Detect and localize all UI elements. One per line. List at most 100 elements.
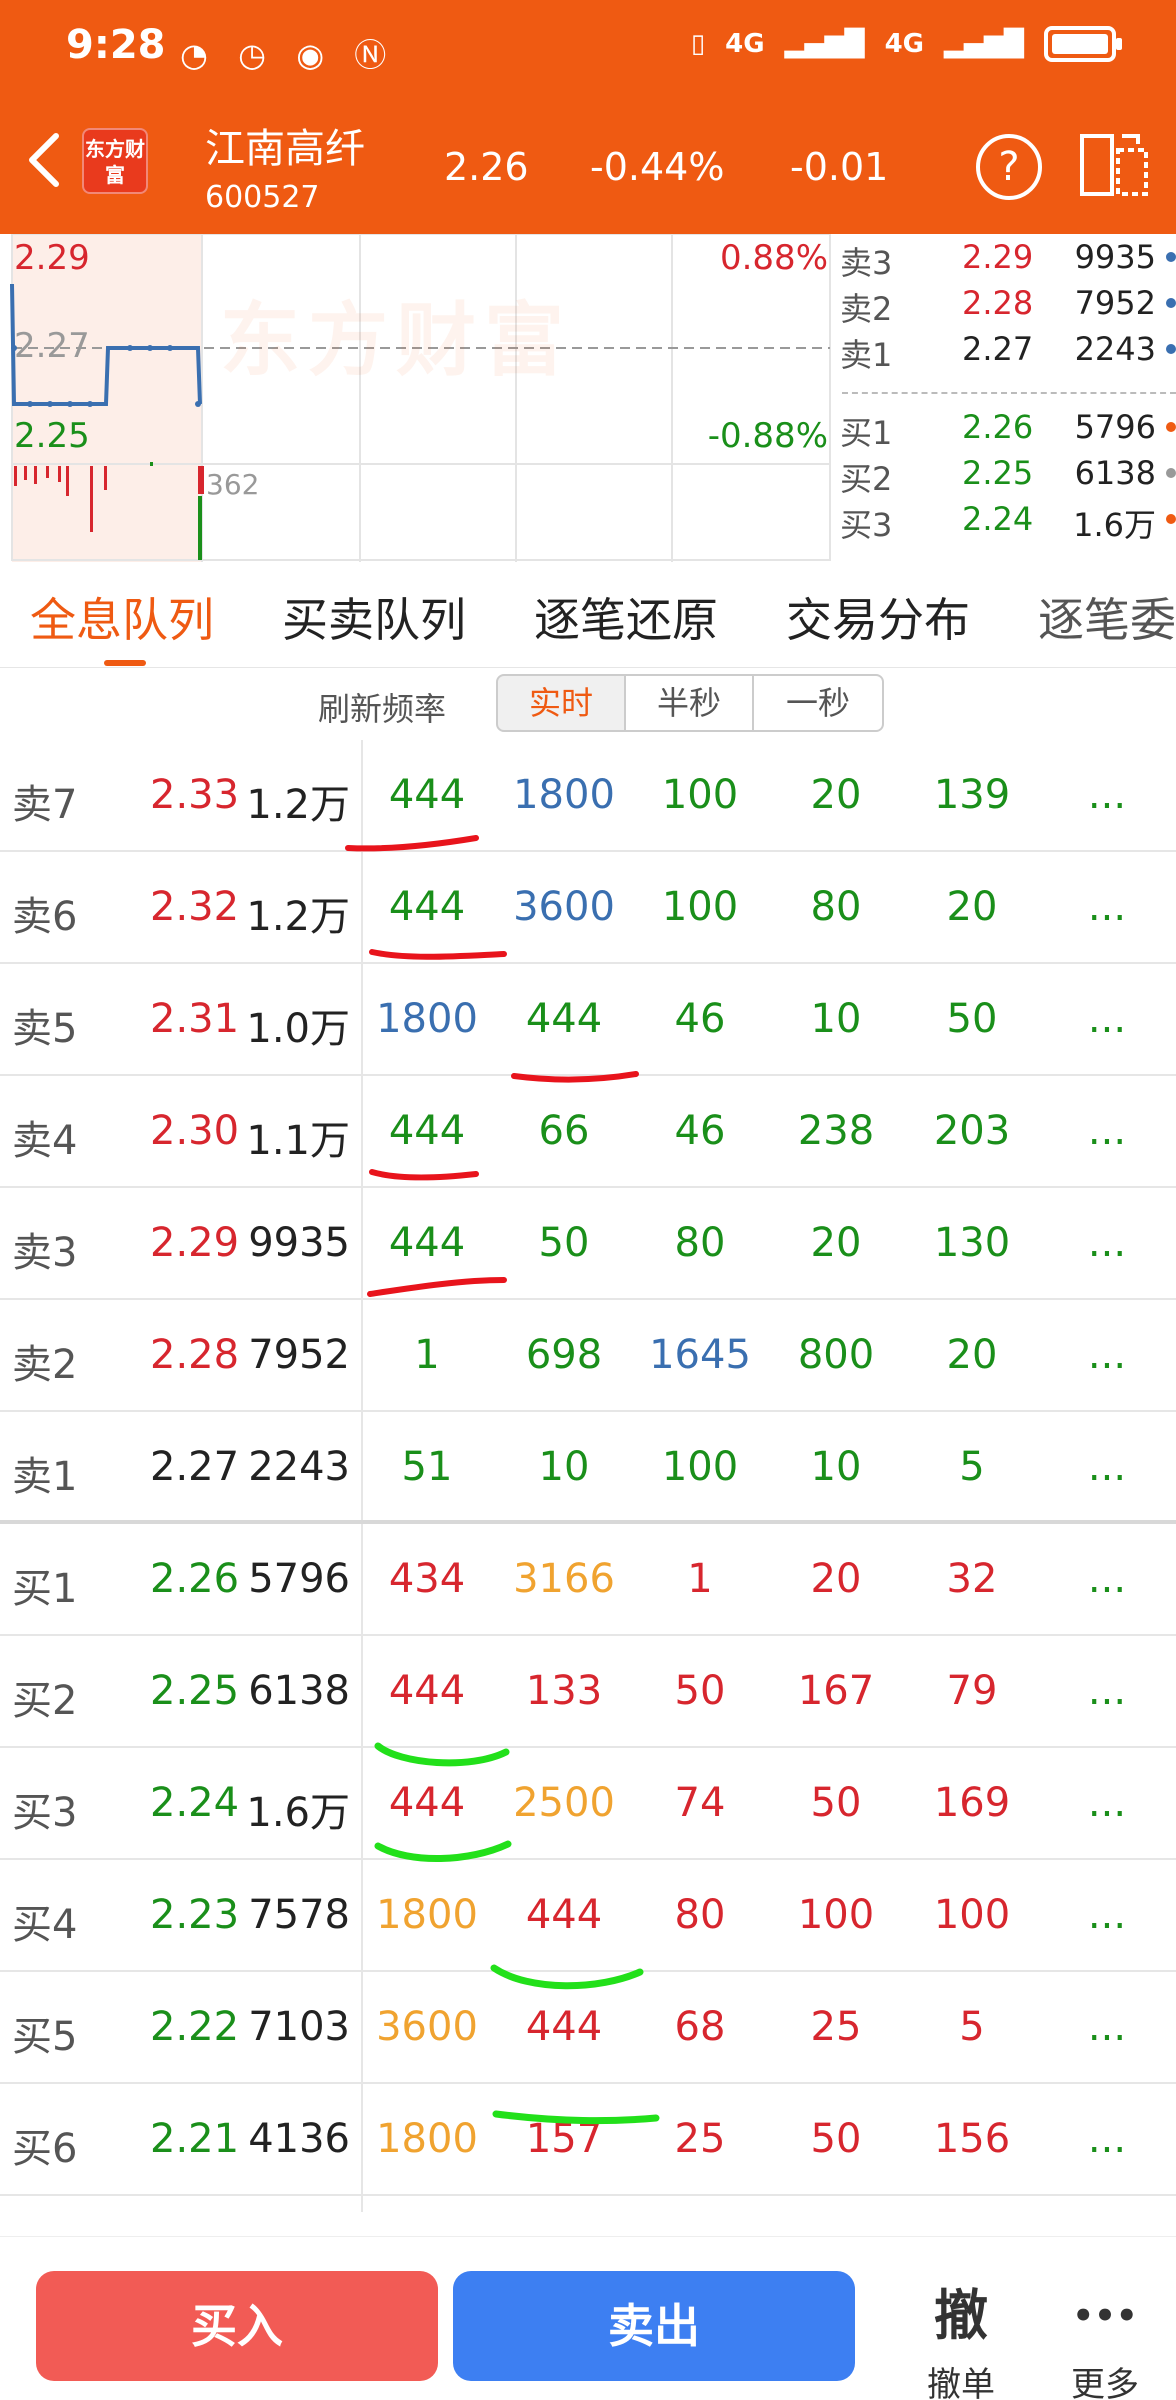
intraday-chart[interactable]: 东方财富 2.29 2.27 2.25 0.88% -0.88% 362 xyxy=(0,234,832,562)
back-arrow-icon[interactable] xyxy=(24,130,64,190)
queue-order-cell: 10 xyxy=(538,1444,590,1490)
queue-order-cell: 444 xyxy=(525,1892,603,1938)
sell-button[interactable]: 卖出 xyxy=(453,2271,855,2381)
queue-row[interactable]: 买2 2.25 6138 444 133 50 167 79... xyxy=(0,1636,1176,1748)
tab-tick-restore[interactable]: 逐笔还原 xyxy=(534,584,718,650)
chart-y-mid: 2.27 xyxy=(14,326,90,366)
more-button[interactable]: ••• 更多 xyxy=(1040,2285,1170,2400)
cancel-order-button[interactable]: 撤 撤单 xyxy=(896,2285,1026,2400)
queue-more-cell[interactable]: ... xyxy=(1042,772,1172,818)
queue-order-cell: 444 xyxy=(388,1668,466,1714)
queue-order-cell: 1800 xyxy=(376,2116,478,2162)
refresh-rate-label: 刷新频率 xyxy=(318,690,447,728)
queue-order-cell: 100 xyxy=(661,1444,739,1490)
queue-more-cell[interactable]: ... xyxy=(1042,1108,1172,1154)
queue-order-cell: 10 xyxy=(810,1444,862,1490)
queue-row[interactable]: 卖2 2.28 7952 1 698 1645 800 20... xyxy=(0,1300,1176,1412)
buy-button[interactable]: 买入 xyxy=(36,2271,438,2381)
queue-more-cell[interactable]: ... xyxy=(1042,1332,1172,1378)
queue-order-cell: 68 xyxy=(674,2004,726,2050)
queue-row[interactable]: 卖5 2.31 1.0万 1800 444 46 10 50... xyxy=(0,964,1176,1076)
queue-order-cell: 1800 xyxy=(376,1892,478,1938)
order-book-price: 2.29 xyxy=(962,238,1034,276)
queue-more-cell[interactable]: ... xyxy=(1042,996,1172,1042)
queue-order-cell: 133 xyxy=(525,1668,603,1714)
queue-level: 卖2 xyxy=(12,1342,78,1388)
queue-order-cell: 444 xyxy=(388,772,466,818)
queue-order-cell: 3600 xyxy=(513,884,615,930)
queue-volume: 7578 xyxy=(248,1892,350,1938)
queue-volume: 2243 xyxy=(248,1444,350,1490)
queue-more-cell[interactable]: ... xyxy=(1042,1444,1172,1490)
queue-volume: 1.0万 xyxy=(246,1006,350,1052)
refresh-one-second-button[interactable]: 一秒 xyxy=(754,674,884,732)
queue-order-cell: 5 xyxy=(959,1444,985,1490)
queue-order-cell: 434 xyxy=(388,1556,466,1602)
queue-more-cell[interactable]: ... xyxy=(1042,1556,1172,1602)
queue-more-cell[interactable]: ... xyxy=(1042,884,1172,930)
queue-level: 买5 xyxy=(12,2014,78,2060)
tab-bar: 全息队列 买卖队列 逐笔还原 交易分布 逐笔委 xyxy=(0,570,1176,668)
app-header: 9:28 ◔ ◷ ◉ Ⓝ ▯ 4G ▂▄▆█ 4G ▂▄▆█ 东方财富 江南高纤… xyxy=(0,0,1176,234)
queue-row[interactable]: 买4 2.23 7578 1800 444 80 100 100... xyxy=(0,1860,1176,1972)
queue-order-cell: 100 xyxy=(661,772,739,818)
queue-order-cell: 10 xyxy=(810,996,862,1042)
queue-order-cell: 66 xyxy=(538,1108,590,1154)
order-book-volume: 2243 xyxy=(1074,330,1156,368)
queue-more-cell[interactable]: ... xyxy=(1042,1780,1172,1826)
queue-level: 买3 xyxy=(12,1790,78,1836)
header-change-pct: -0.44% xyxy=(590,145,725,189)
queue-volume: 1.2万 xyxy=(246,894,350,940)
queue-level: 买1 xyxy=(12,1566,78,1612)
queue-order-cell: 25 xyxy=(810,2004,862,2050)
queue-order-cell: 444 xyxy=(525,996,603,1042)
queue-more-cell[interactable]: ... xyxy=(1042,1220,1172,1266)
tab-full-queue[interactable]: 全息队列 xyxy=(30,584,214,650)
queue-order-cell: 169 xyxy=(933,1780,1011,1826)
chart-pct-low: -0.88% xyxy=(707,416,828,456)
queue-order-cell: 238 xyxy=(797,1108,875,1154)
queue-row[interactable]: 卖4 2.30 1.1万 444 66 46 238 203... xyxy=(0,1076,1176,1188)
order-book-level: 买2 xyxy=(840,460,893,498)
queue-level: 卖6 xyxy=(12,894,78,940)
queue-more-cell[interactable]: ... xyxy=(1042,2116,1172,2162)
queue-order-cell: 20 xyxy=(946,1332,998,1378)
queue-row[interactable]: 卖3 2.29 9935 444 50 80 20 130... xyxy=(0,1188,1176,1300)
queue-order-cell: 100 xyxy=(797,1892,875,1938)
order-book-dot xyxy=(1166,514,1176,524)
queue-row[interactable]: 买3 2.24 1.6万 444 2500 74 50 169... xyxy=(0,1748,1176,1860)
queue-row[interactable]: 卖6 2.32 1.2万 444 3600 100 80 20... xyxy=(0,852,1176,964)
tab-trade-distribution[interactable]: 交易分布 xyxy=(786,584,970,650)
queue-row[interactable]: 卖7 2.33 1.2万 444 1800 100 20 139... xyxy=(0,740,1176,852)
queue-order-cell: 79 xyxy=(946,1668,998,1714)
queue-volume: 1.1万 xyxy=(246,1118,350,1164)
order-book-divider xyxy=(842,392,1176,394)
queue-row[interactable]: 买6 2.21 4136 1800 157 25 50 156... xyxy=(0,2084,1176,2196)
order-book-dot xyxy=(1166,468,1176,478)
refresh-realtime-button[interactable]: 实时 xyxy=(496,674,626,732)
queue-order-cell: 1 xyxy=(414,1332,440,1378)
switch-stock-icon[interactable] xyxy=(1078,132,1150,198)
queue-price: 2.29 xyxy=(150,1220,240,1266)
queue-level: 买4 xyxy=(12,1902,78,1948)
queue-volume: 5796 xyxy=(248,1556,350,1602)
tab-order-queue[interactable]: 买卖队列 xyxy=(282,584,466,650)
tab-tick-orders[interactable]: 逐笔委 xyxy=(1038,584,1176,650)
queue-order-cell: 5 xyxy=(959,2004,985,2050)
queue-row[interactable]: 卖1 2.27 2243 51 10 100 10 5... xyxy=(0,1412,1176,1524)
queue-order-cell: 100 xyxy=(933,1892,1011,1938)
queue-row[interactable]: 买1 2.26 5796 434 3166 1 20 32... xyxy=(0,1524,1176,1636)
refresh-half-second-button[interactable]: 半秒 xyxy=(626,674,754,732)
queue-row[interactable]: 买5 2.22 7103 3600 444 68 25 5... xyxy=(0,1972,1176,2084)
order-book-price: 2.28 xyxy=(962,284,1034,322)
watermark: 东方财富 xyxy=(220,294,572,387)
queue-volume: 6138 xyxy=(248,1668,350,1714)
order-book-row: 卖3 2.29 9935 xyxy=(836,234,1176,282)
queue-more-cell[interactable]: ... xyxy=(1042,2004,1172,2050)
help-icon[interactable]: ? xyxy=(976,134,1042,200)
queue-order-cell: 51 xyxy=(401,1444,453,1490)
queue-more-cell[interactable]: ... xyxy=(1042,1668,1172,1714)
queue-order-cell: 139 xyxy=(933,772,1011,818)
queue-more-cell[interactable]: ... xyxy=(1042,1892,1172,1938)
queue-order-cell: 444 xyxy=(388,884,466,930)
